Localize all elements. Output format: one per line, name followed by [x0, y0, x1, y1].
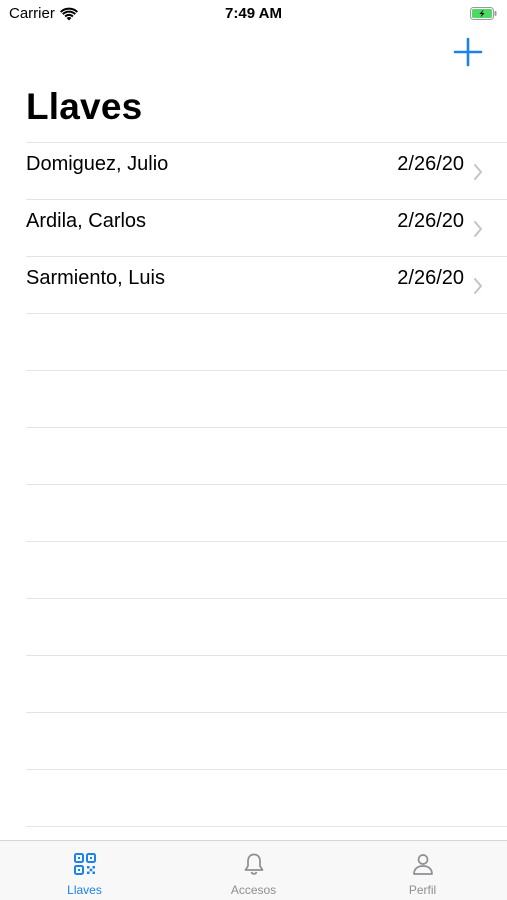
- empty-row: [0, 770, 507, 826]
- chevron-right-icon: [474, 278, 482, 294]
- keys-list: Domiguez, Julio 2/26/20 Ardila, Carlos 2…: [0, 142, 507, 827]
- list-item-name: Sarmiento, Luis: [26, 267, 165, 289]
- list-item[interactable]: Sarmiento, Luis 2/26/20: [0, 257, 507, 313]
- list-item-date: 2/26/20: [397, 267, 464, 289]
- add-button[interactable]: [453, 37, 483, 67]
- empty-row: [0, 656, 507, 712]
- person-icon: [412, 854, 433, 875]
- empty-row: [0, 485, 507, 541]
- empty-row: [0, 713, 507, 769]
- page-title: Llaves: [26, 86, 143, 127]
- list-item-name: Domiguez, Julio: [26, 153, 169, 175]
- tab-bar: Llaves Accesos Perfil: [0, 840, 507, 900]
- chevron-right-icon: [474, 164, 482, 180]
- chevron-right-icon: [474, 221, 482, 237]
- status-bar: Carrier 7:49 AM: [0, 0, 507, 28]
- empty-row: [0, 314, 507, 370]
- qr-code-icon: [73, 853, 96, 875]
- status-time: 7:49 AM: [225, 5, 282, 22]
- list-item[interactable]: Ardila, Carlos 2/26/20: [0, 200, 507, 256]
- tab-llaves[interactable]: Llaves: [0, 841, 169, 900]
- tab-label: Accesos: [230, 883, 277, 897]
- empty-row: [0, 428, 507, 484]
- list-item[interactable]: Domiguez, Julio 2/26/20: [0, 143, 507, 199]
- tab-accesos[interactable]: Accesos: [169, 841, 338, 900]
- empty-row: [0, 599, 507, 655]
- tab-label: Llaves: [67, 883, 102, 897]
- tab-perfil[interactable]: Perfil: [338, 841, 507, 900]
- empty-row: [0, 542, 507, 598]
- battery-icon: [470, 7, 497, 20]
- screen: Carrier 7:49 AM Llaves Domiguez, Julio 2…: [0, 0, 507, 900]
- list-separator: [26, 826, 507, 827]
- list-item-date: 2/26/20: [397, 210, 464, 232]
- bell-icon: [244, 853, 263, 875]
- list-item-name: Ardila, Carlos: [26, 210, 147, 232]
- tab-label: Perfil: [408, 883, 437, 897]
- list-item-date: 2/26/20: [397, 153, 464, 175]
- empty-row: [0, 371, 507, 427]
